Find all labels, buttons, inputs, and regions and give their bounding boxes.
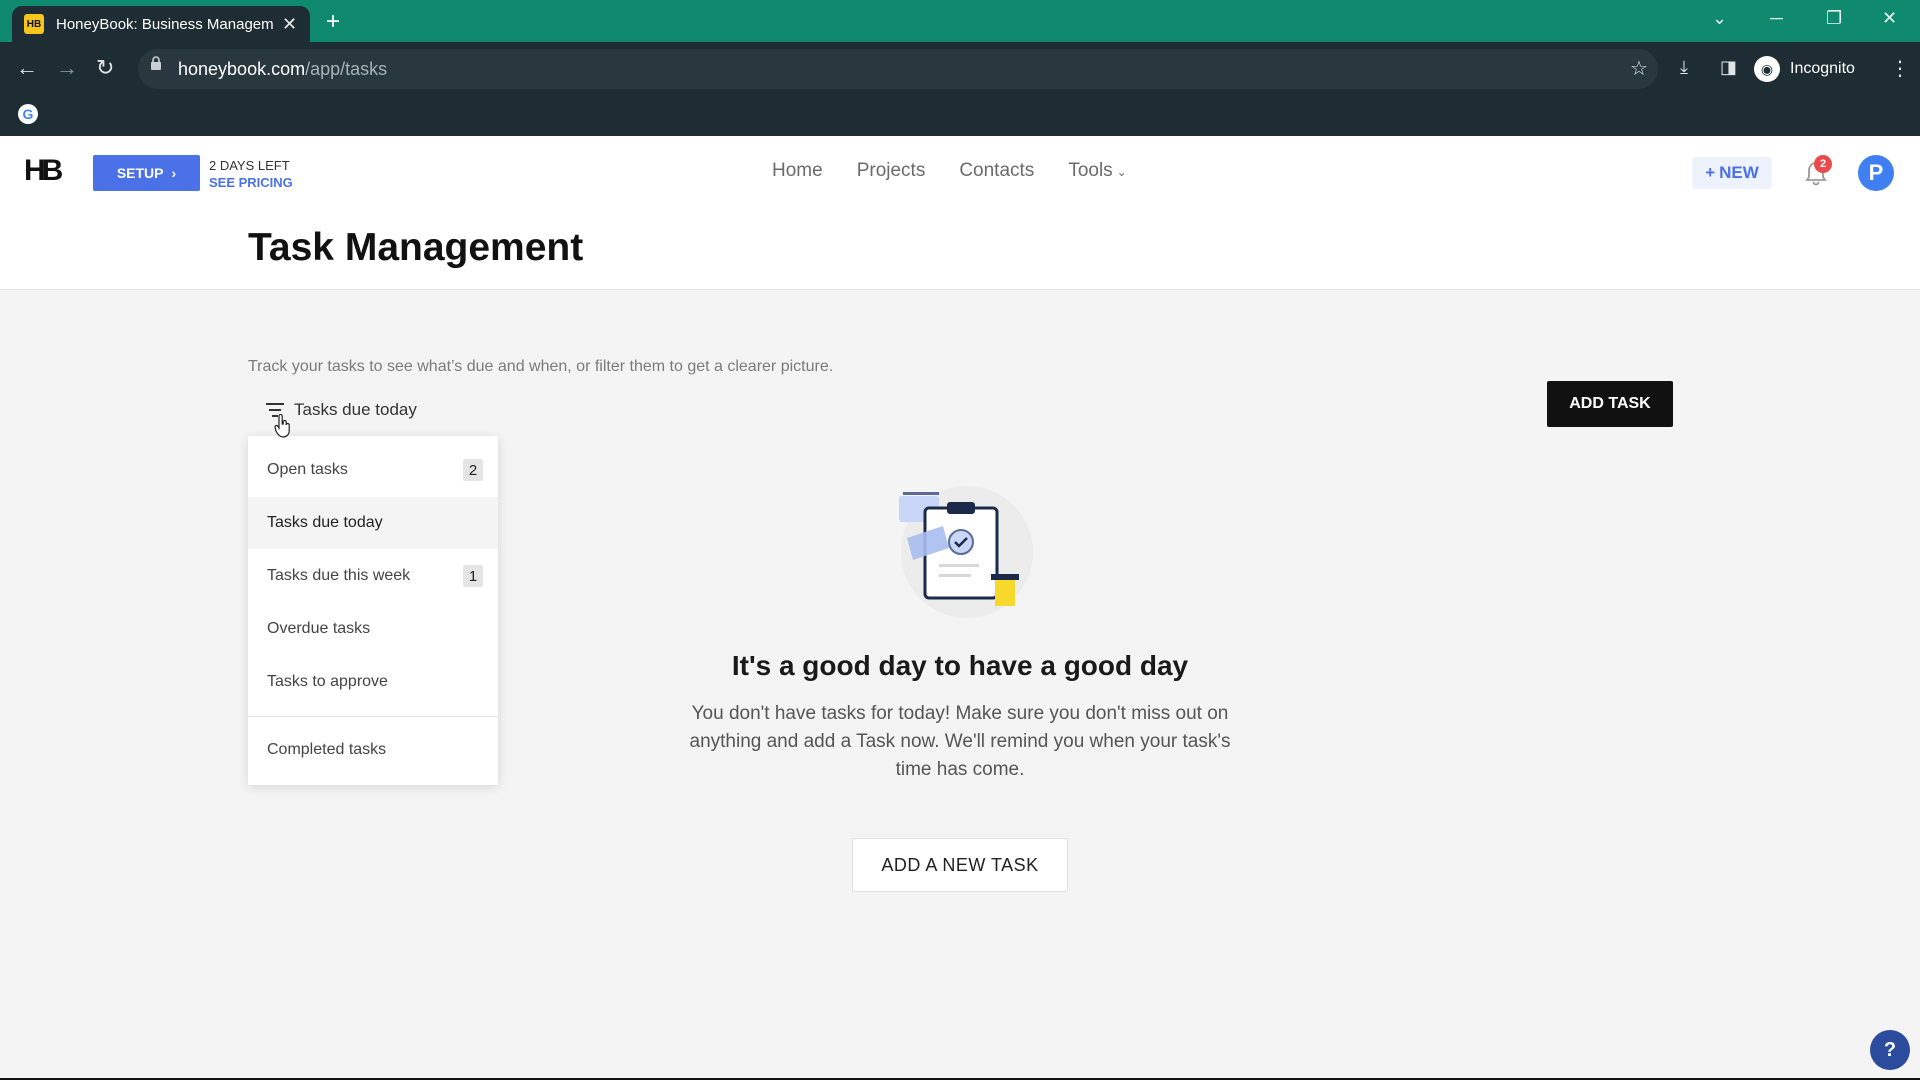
filter-item-label: Tasks to approve bbox=[267, 673, 388, 690]
browser-tab-strip: HB HoneyBook: Business Management ✕ + ⌄ … bbox=[0, 0, 1920, 42]
filter-tasks-due-this-week[interactable]: Tasks due this week 1 bbox=[248, 550, 498, 602]
filter-item-label: Open tasks bbox=[267, 461, 348, 478]
bookmark-star-icon[interactable]: ☆ bbox=[1630, 56, 1648, 81]
empty-state-body: You don't have tasks for today! Make sur… bbox=[689, 703, 1231, 780]
nav-home[interactable]: Home bbox=[772, 160, 823, 182]
new-button[interactable]: + NEW bbox=[1692, 157, 1772, 189]
lock-icon bbox=[151, 56, 161, 70]
nav-projects[interactable]: Projects bbox=[857, 160, 926, 182]
tab-close-icon[interactable]: ✕ bbox=[282, 14, 297, 35]
filter-completed-tasks[interactable]: Completed tasks bbox=[248, 724, 498, 776]
main-nav: Home Projects Contacts Tools ⌄ bbox=[772, 160, 1127, 182]
browser-tab[interactable]: HB HoneyBook: Business Management ✕ bbox=[12, 6, 310, 42]
filter-tasks-due-today[interactable]: Tasks due today bbox=[248, 497, 498, 549]
incognito-indicator[interactable]: ◉ Incognito bbox=[1754, 54, 1855, 84]
nav-tools-label: Tools bbox=[1068, 160, 1113, 181]
window-close-icon[interactable]: ✕ bbox=[1882, 8, 1897, 29]
plus-icon: + bbox=[1705, 163, 1716, 182]
help-button[interactable]: ? bbox=[1870, 1030, 1910, 1070]
clipboard-illustration-icon bbox=[899, 486, 1033, 618]
honeybook-favicon-icon: HB bbox=[24, 14, 44, 34]
nav-tools[interactable]: Tools ⌄ bbox=[1068, 160, 1126, 182]
nav-contacts[interactable]: Contacts bbox=[959, 160, 1034, 182]
bookmarks-bar bbox=[0, 96, 1920, 136]
days-left: 2 DAYS LEFT bbox=[209, 158, 290, 173]
filter-overdue-tasks[interactable]: Overdue tasks bbox=[248, 603, 498, 655]
new-tab-icon[interactable]: + bbox=[326, 8, 340, 36]
back-icon[interactable]: ← bbox=[16, 55, 38, 81]
restore-icon[interactable]: ❐ bbox=[1826, 8, 1842, 29]
setup-label: SETUP bbox=[116, 165, 164, 181]
side-panel-icon[interactable]: ◨ bbox=[1720, 57, 1737, 78]
page-title: Task Management bbox=[248, 226, 584, 269]
google-bookmark-icon[interactable]: G bbox=[18, 104, 38, 124]
incognito-icon: ◉ bbox=[1754, 56, 1780, 82]
url-text[interactable]: honeybook.com/app/tasks bbox=[178, 59, 387, 80]
trial-info: 2 DAYS LEFT SEE PRICING bbox=[209, 157, 293, 191]
add-new-task-button[interactable]: ADD A NEW TASK bbox=[852, 838, 1068, 892]
chevron-down-icon: ⌄ bbox=[1116, 165, 1127, 179]
filter-tasks-to-approve[interactable]: Tasks to approve bbox=[248, 656, 498, 708]
avatar[interactable]: P bbox=[1858, 155, 1894, 191]
url-path: /app/tasks bbox=[305, 59, 388, 79]
download-icon[interactable]: ⤓ bbox=[1680, 57, 1688, 78]
browser-menu-icon[interactable]: ⋮ bbox=[1890, 56, 1910, 81]
honeybook-logo[interactable]: HB bbox=[24, 154, 63, 188]
divider bbox=[248, 716, 498, 717]
url-domain: honeybook.com bbox=[178, 59, 306, 79]
see-pricing-link[interactable]: SEE PRICING bbox=[209, 174, 293, 191]
incognito-label: Incognito bbox=[1790, 60, 1855, 77]
tab-title: HoneyBook: Business Management bbox=[56, 15, 274, 33]
count-badge: 1 bbox=[463, 565, 483, 587]
count-badge: 2 bbox=[463, 459, 483, 481]
page-subtitle: Track your tasks to see what’s due and w… bbox=[248, 358, 834, 375]
new-label: NEW bbox=[1719, 163, 1759, 182]
notification-badge: 2 bbox=[1814, 155, 1832, 173]
filter-label: Tasks due today bbox=[294, 400, 417, 419]
empty-state-title: It's a good day to have a good day bbox=[731, 650, 1189, 681]
tab-search-chevron-icon[interactable]: ⌄ bbox=[1712, 8, 1727, 29]
filter-item-label: Tasks due this week bbox=[267, 567, 411, 584]
filter-item-label: Completed tasks bbox=[267, 741, 387, 758]
filter-dropdown: Open tasks 2 Tasks due today Tasks due t… bbox=[248, 436, 498, 785]
forward-icon[interactable]: → bbox=[56, 55, 78, 81]
chevron-right-icon: › bbox=[171, 165, 177, 181]
minimize-icon[interactable]: ─ bbox=[1770, 8, 1783, 29]
filter-item-label: Overdue tasks bbox=[267, 620, 371, 637]
setup-button[interactable]: SETUP › bbox=[93, 155, 200, 191]
reload-icon[interactable]: ↻ bbox=[96, 55, 114, 81]
hand-cursor-icon bbox=[274, 414, 290, 438]
filter-open-tasks[interactable]: Open tasks 2 bbox=[248, 444, 498, 496]
add-task-button[interactable]: ADD TASK bbox=[1547, 381, 1673, 427]
filter-item-label: Tasks due today bbox=[267, 514, 383, 531]
